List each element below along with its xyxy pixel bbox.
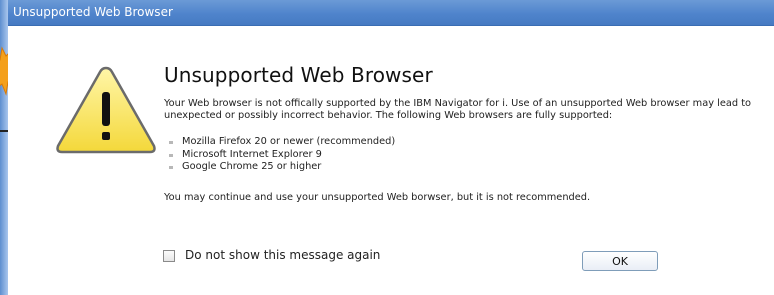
dialog: Unsupported Web Browser Unsupported Web … [8,0,774,295]
bullet-icon [169,153,173,157]
bullet-icon [169,166,173,169]
supported-browser-list: Mozilla Firefox 20 or newer (recommended… [164,136,395,174]
dont-show-again-label[interactable]: Do not show this message again [185,248,380,262]
list-item: Microsoft Internet Explorer 9 [164,149,395,162]
dialog-titlebar[interactable]: Unsupported Web Browser [8,0,774,26]
browser-name: Google Chrome 25 or higher [182,161,322,172]
ok-button[interactable]: OK [582,251,658,271]
dont-show-again-checkbox[interactable] [163,250,175,262]
list-item: Google Chrome 25 or higher [164,161,395,174]
dialog-heading: Unsupported Web Browser [164,63,433,87]
bullet-icon [169,141,173,144]
warning-triangle-icon [56,66,156,154]
dialog-message: Your Web browser is not offically suppor… [164,98,752,121]
browser-name: Mozilla Firefox 20 or newer (recommended… [182,136,396,147]
dialog-title: Unsupported Web Browser [13,5,173,19]
list-item: Mozilla Firefox 20 or newer (recommended… [164,136,395,149]
browser-name: Microsoft Internet Explorer 9 [182,148,322,160]
continue-note: You may continue and use your unsupporte… [164,192,591,203]
background-window-edge [0,0,8,295]
